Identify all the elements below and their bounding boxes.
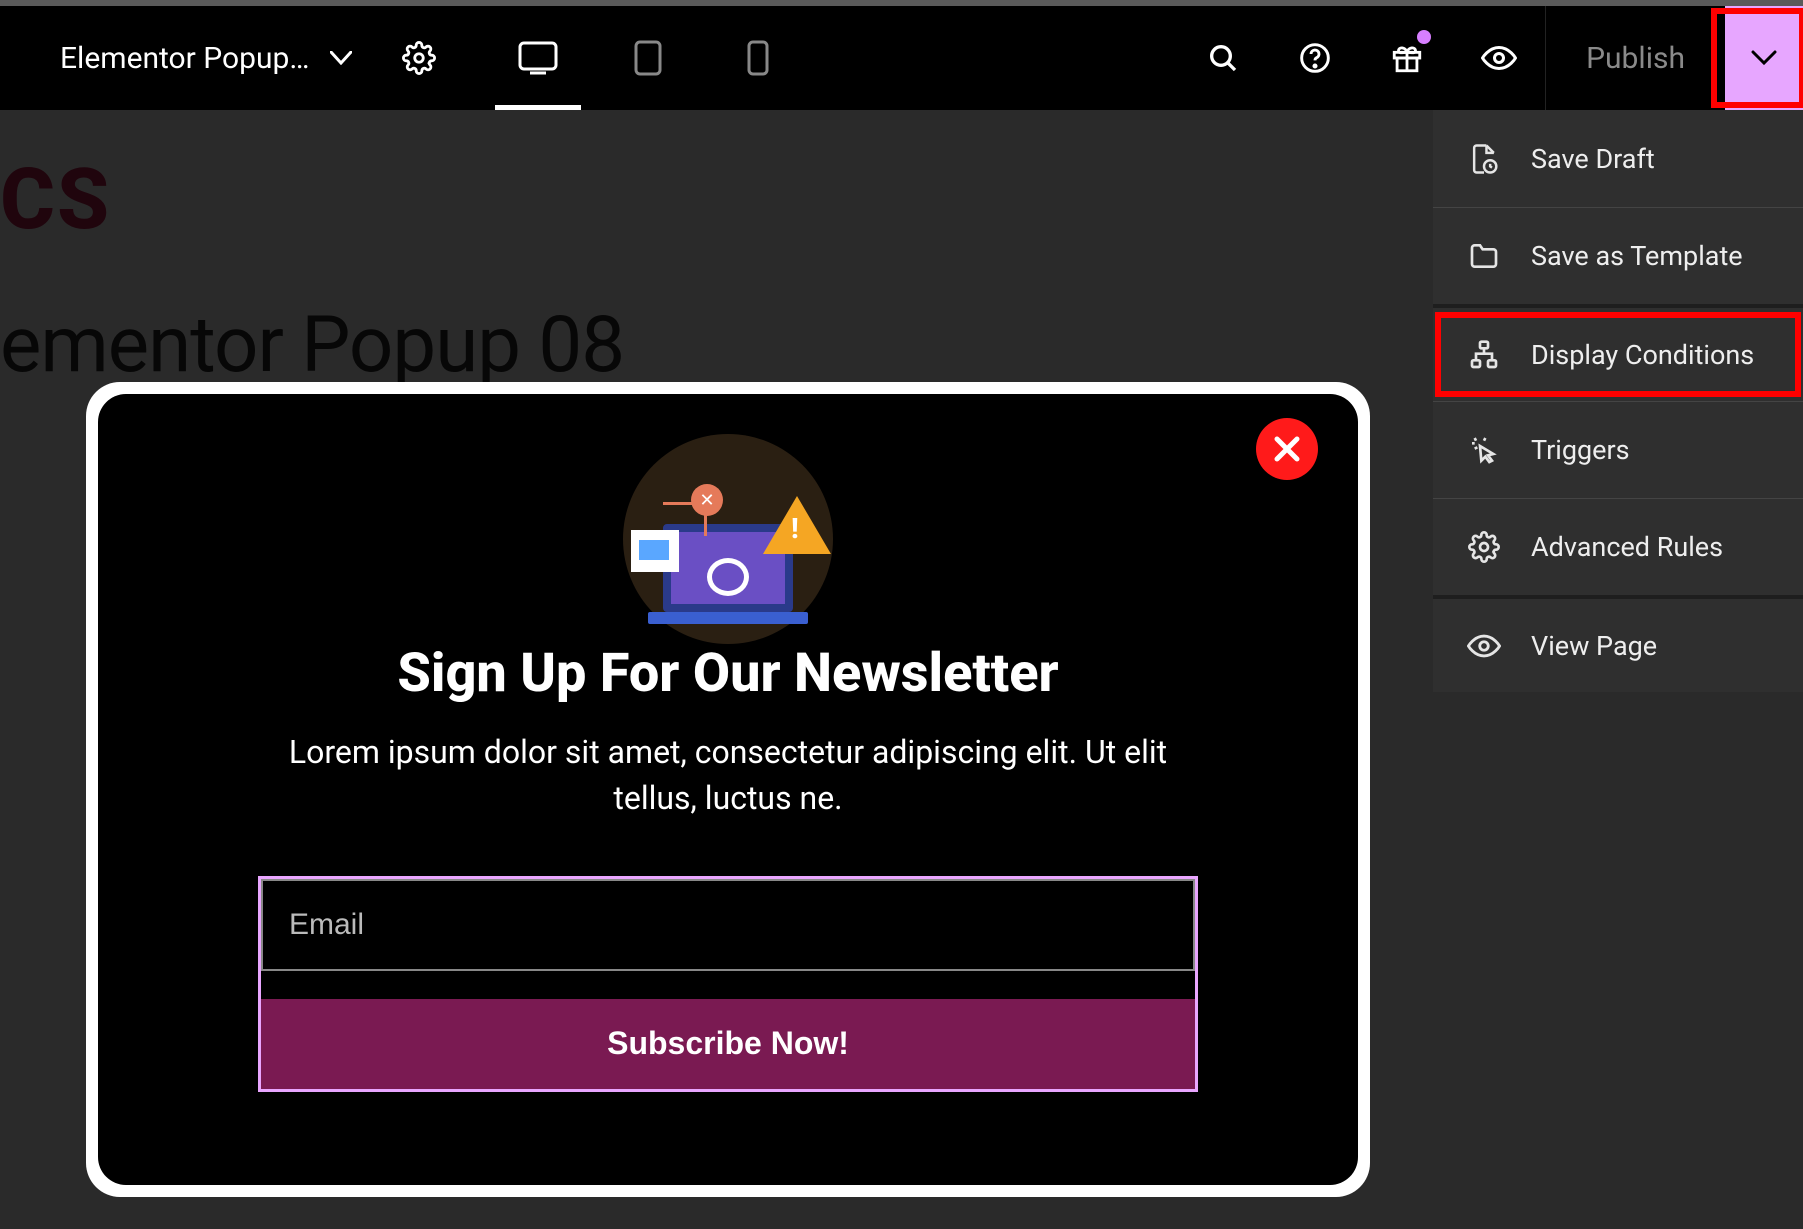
email-input[interactable] [261,879,1195,971]
app-frame: Elementor Popup… [0,0,1803,1229]
responsive-device-group [483,6,813,110]
search-icon [1207,42,1239,74]
document-switcher[interactable]: Elementor Popup… [0,6,355,110]
click-icon [1467,433,1501,467]
popup-close-button[interactable] [1256,418,1318,480]
menu-item-triggers[interactable]: Triggers [1433,401,1803,498]
file-clock-icon [1467,142,1501,176]
subscribe-button[interactable]: Subscribe Now! [261,999,1195,1089]
chevron-down-icon [1751,50,1777,66]
publish-button[interactable]: Publish [1545,6,1725,110]
folder-icon [1467,239,1501,273]
menu-item-label: View Page [1531,630,1657,662]
chevron-down-icon [327,44,355,72]
popup-illustration: ✕ [613,434,843,634]
popup-preview: ✕ Sign Up For Our Newsletter Lorem ipsum… [86,382,1370,1197]
eye-icon [1467,629,1501,663]
menu-item-advanced-rules[interactable]: Advanced Rules [1433,498,1803,595]
whats-new-button[interactable] [1361,6,1453,110]
menu-item-label: Save as Template [1531,240,1743,272]
top-toolbar: Elementor Popup… [0,0,1803,110]
document-title: Elementor Popup… [60,41,309,76]
menu-item-label: Advanced Rules [1531,531,1723,563]
toolbar-right-group: Publish [1177,6,1803,110]
gear-icon [402,41,436,75]
device-tablet-button[interactable] [593,6,703,110]
mobile-icon [747,40,769,76]
device-desktop-button[interactable] [483,6,593,110]
menu-item-view-page[interactable]: View Page [1433,595,1803,692]
eye-icon [1481,45,1517,71]
preview-button[interactable] [1453,6,1545,110]
help-button[interactable] [1269,6,1361,110]
page-settings-button[interactable] [395,34,443,82]
menu-item-label: Save Draft [1531,143,1655,175]
close-icon [1272,434,1302,464]
popup-title: Sign Up For Our Newsletter [397,642,1058,705]
finder-search-button[interactable] [1177,6,1269,110]
save-options-button[interactable] [1725,6,1803,110]
desktop-icon [518,41,558,75]
popup-form-widget[interactable]: Subscribe Now! [258,876,1198,1092]
publish-label: Publish [1586,41,1685,76]
notification-dot-icon [1417,30,1431,44]
device-mobile-button[interactable] [703,6,813,110]
tablet-icon [634,40,662,76]
menu-item-save-as-template[interactable]: Save as Template [1433,207,1803,304]
menu-item-save-draft[interactable]: Save Draft [1433,110,1803,207]
menu-item-label: Triggers [1531,434,1630,466]
help-icon [1299,42,1331,74]
menu-item-label: Display Conditions [1531,339,1754,371]
popup-description: Lorem ipsum dolor sit amet, consectetur … [278,729,1178,822]
flow-icon [1467,338,1501,372]
gift-icon [1390,41,1424,75]
save-options-menu: Save Draft Save as Template Display Condit… [1433,110,1803,692]
popup-inner: ✕ Sign Up For Our Newsletter Lorem ipsum… [98,394,1358,1185]
menu-item-display-conditions[interactable]: Display Conditions [1433,304,1803,401]
gear-icon [1467,530,1501,564]
